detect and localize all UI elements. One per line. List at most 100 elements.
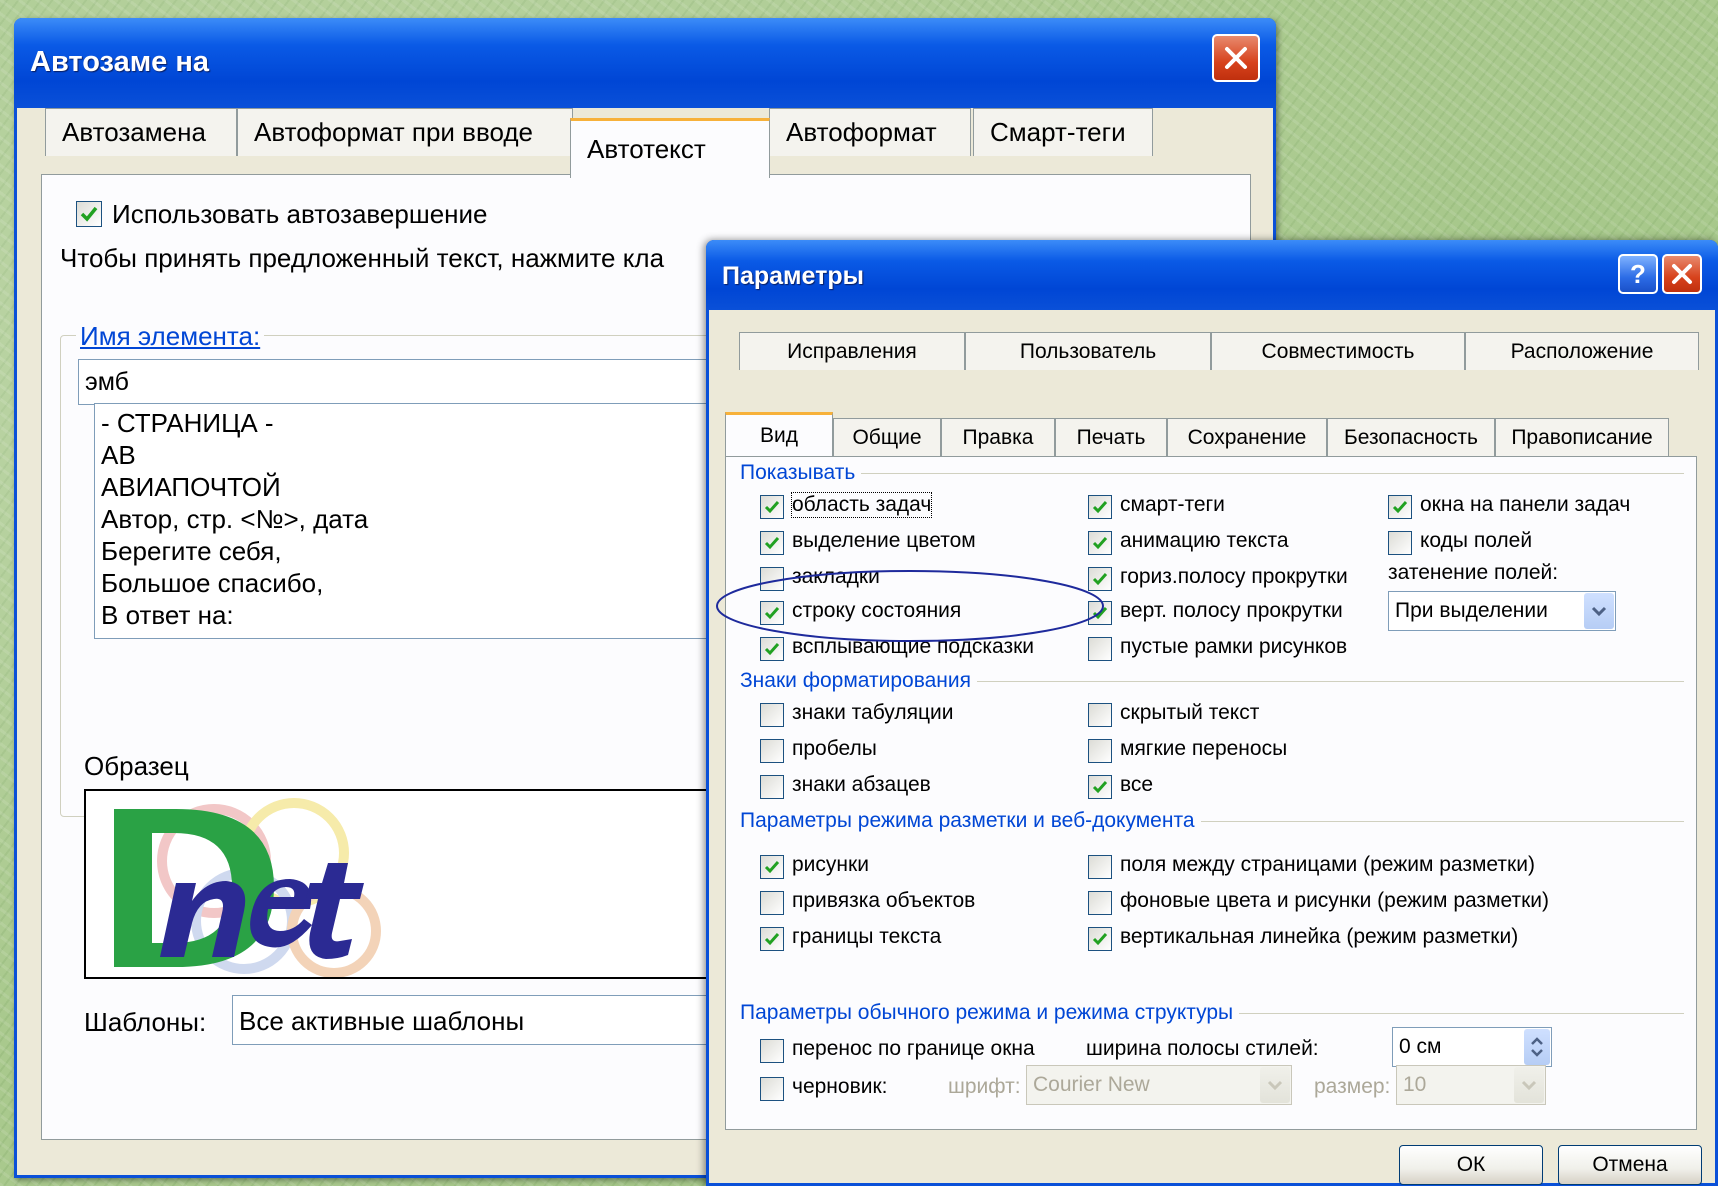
field-codes-checkbox[interactable] xyxy=(1388,531,1412,555)
style-area-width-value: 0 см xyxy=(1399,1035,1442,1058)
list-item[interactable]: АВ xyxy=(101,440,136,471)
vertical-ruler-label: вертикальная линейка (режим разметки) xyxy=(1120,925,1519,948)
font-label: шрифт: xyxy=(948,1075,1021,1098)
show-group-label: Показывать xyxy=(740,461,862,485)
tab-characters-label: знаки табуляции xyxy=(792,701,954,724)
spinner-arrows-icon[interactable] xyxy=(1524,1029,1550,1065)
chevron-down-icon[interactable] xyxy=(1260,1067,1290,1103)
paragraph-marks-label: знаки абзацев xyxy=(792,773,931,796)
spaces-label: пробелы xyxy=(792,737,877,760)
optional-hyphens-label: мягкие переносы xyxy=(1120,737,1288,760)
task-pane-label: область задач xyxy=(790,492,933,518)
help-button[interactable]: ? xyxy=(1618,254,1658,294)
draft-font-value: Courier New xyxy=(1033,1073,1150,1096)
formatting-group-label: Знаки форматирования xyxy=(740,669,978,693)
draft-size-value: 10 xyxy=(1403,1073,1427,1096)
chevron-down-icon[interactable] xyxy=(1514,1067,1544,1103)
tab-corrections[interactable]: Исправления xyxy=(739,332,965,370)
chevron-down-icon[interactable] xyxy=(1584,593,1614,629)
tab-file-locations[interactable]: Расположение xyxy=(1465,332,1699,370)
highlight-label: выделение цветом xyxy=(792,529,976,552)
all-marks-checkbox[interactable] xyxy=(1088,775,1112,799)
list-item[interactable]: - СТРАНИЦА - xyxy=(101,408,274,439)
autocorrect-close-button[interactable] xyxy=(1212,34,1260,82)
tab-autocorrect[interactable]: Автозамена xyxy=(45,108,237,156)
draft-font-label: черновик: xyxy=(792,1075,888,1098)
paragraph-marks-checkbox[interactable] xyxy=(760,775,784,799)
list-item[interactable]: Берегите себя, xyxy=(101,536,282,567)
white-space-checkbox[interactable] xyxy=(1088,855,1112,879)
ok-button[interactable]: ОК xyxy=(1399,1145,1543,1185)
white-space-label: поля между страницами (режим разметки) xyxy=(1120,853,1535,876)
dnet-logo-image xyxy=(114,798,381,977)
animated-text-checkbox[interactable] xyxy=(1088,531,1112,555)
tab-characters-checkbox[interactable] xyxy=(760,703,784,727)
autocorrect-title: Автозаме на xyxy=(30,46,209,78)
field-codes-label: коды полей xyxy=(1420,529,1533,552)
tab-user[interactable]: Пользователь xyxy=(965,332,1211,370)
list-item[interactable]: Большое спасибо, xyxy=(101,568,323,599)
highlight-checkbox[interactable] xyxy=(760,531,784,555)
templates-label: Шаблоны: xyxy=(84,1007,207,1037)
list-item[interactable]: АВИАПОЧТОЙ xyxy=(101,472,281,503)
options-close-button[interactable] xyxy=(1662,254,1702,294)
task-pane-checkbox[interactable] xyxy=(760,495,784,519)
list-item[interactable]: В ответ на: xyxy=(101,600,234,631)
tab-spelling[interactable]: Правописание xyxy=(1495,418,1669,456)
picture-placeholders-label: пустые рамки рисунков xyxy=(1120,635,1348,658)
object-anchors-label: привязка объектов xyxy=(792,889,976,912)
options-titlebar[interactable]: Параметры ? xyxy=(706,240,1718,310)
draft-font-select[interactable]: Courier New xyxy=(1026,1065,1292,1105)
cancel-button[interactable]: Отмена xyxy=(1558,1145,1702,1185)
tab-autotext[interactable]: Автотекст xyxy=(570,118,770,178)
tab-view[interactable]: Вид xyxy=(725,412,833,456)
spaces-checkbox[interactable] xyxy=(760,739,784,763)
draft-size-select[interactable]: 10 xyxy=(1396,1065,1546,1105)
tab-compatibility[interactable]: Совместимость xyxy=(1211,332,1465,370)
wrap-to-window-checkbox[interactable] xyxy=(760,1039,784,1063)
check-icon xyxy=(1092,781,1108,794)
field-shading-value: При выделении xyxy=(1395,599,1548,622)
help-icon: ? xyxy=(1630,258,1646,289)
text-boundaries-checkbox[interactable] xyxy=(760,927,784,951)
element-name-value: эмб xyxy=(85,368,129,396)
background-colors-checkbox[interactable] xyxy=(1088,891,1112,915)
tab-security[interactable]: Безопасность xyxy=(1327,418,1495,456)
tab-edit[interactable]: Правка xyxy=(941,418,1055,456)
check-icon xyxy=(764,501,780,514)
tab-smart-tags[interactable]: Смарт-теги xyxy=(973,108,1153,156)
style-area-width-label: ширина полосы стилей: xyxy=(1086,1037,1319,1060)
smart-tags-checkbox[interactable] xyxy=(1088,495,1112,519)
background-colors-label: фоновые цвета и рисунки (режим разметки) xyxy=(1120,889,1550,912)
hidden-text-checkbox[interactable] xyxy=(1088,703,1112,727)
list-item[interactable]: Автор, стр. <№>, дата xyxy=(101,504,368,535)
check-icon xyxy=(80,206,98,222)
vertical-ruler-checkbox[interactable] xyxy=(1088,927,1112,951)
windows-taskbar-checkbox[interactable] xyxy=(1388,495,1412,519)
tab-print[interactable]: Печать xyxy=(1055,418,1167,456)
v-scrollbar-label: верт. полосу прокрутки xyxy=(1120,599,1343,622)
tab-autoformat[interactable]: Автоформат xyxy=(769,108,971,156)
check-icon xyxy=(1092,537,1108,550)
use-autocomplete-label: Использовать автозавершение xyxy=(112,199,488,229)
draft-font-checkbox[interactable] xyxy=(760,1077,784,1101)
tab-general[interactable]: Общие xyxy=(833,418,941,456)
check-icon xyxy=(1392,501,1408,514)
tab-save[interactable]: Сохранение xyxy=(1167,418,1327,456)
autocorrect-titlebar[interactable]: Автозаме на xyxy=(14,18,1276,108)
hidden-text-label: скрытый текст xyxy=(1120,701,1260,724)
text-boundaries-label: границы текста xyxy=(792,925,942,948)
all-marks-label: все xyxy=(1120,773,1154,796)
animated-text-label: анимацию текста xyxy=(1120,529,1289,552)
use-autocomplete-checkbox[interactable] xyxy=(76,201,102,227)
object-anchors-checkbox[interactable] xyxy=(760,891,784,915)
windows-taskbar-label: окна на панели задач xyxy=(1420,493,1631,516)
check-icon xyxy=(764,537,780,550)
field-shading-select[interactable]: При выделении xyxy=(1388,591,1616,631)
drawings-checkbox[interactable] xyxy=(760,855,784,879)
autocomplete-hint: Чтобы принять предложенный текст, нажмит… xyxy=(60,243,665,273)
optional-hyphens-checkbox[interactable] xyxy=(1088,739,1112,763)
style-area-width-spinner[interactable]: 0 см xyxy=(1392,1027,1552,1067)
annotation-ellipse xyxy=(716,570,1104,642)
tab-autoformat-as-you-type[interactable]: Автоформат при вводе xyxy=(237,108,573,156)
